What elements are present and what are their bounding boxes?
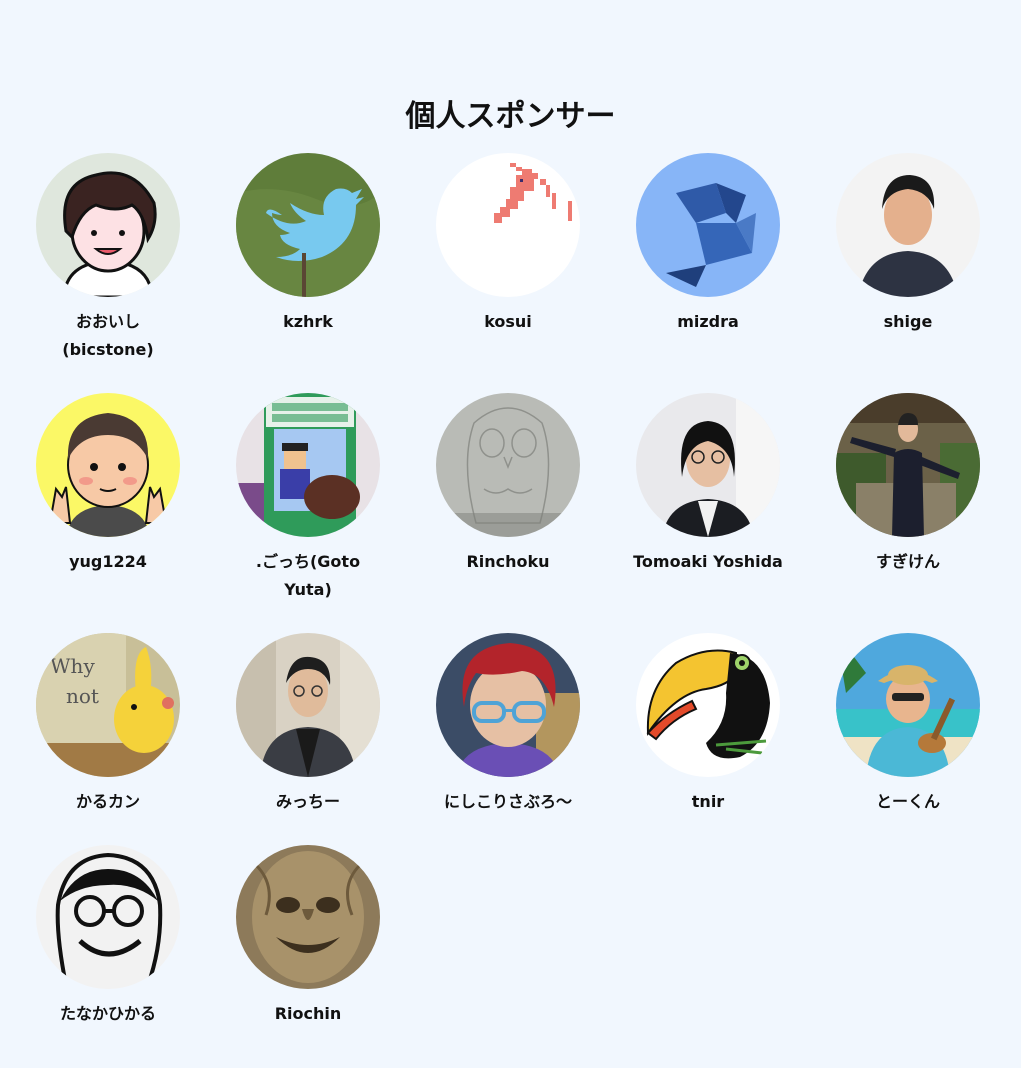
3d-avatar-icon[interactable] — [436, 633, 580, 777]
sponsor-name[interactable]: Tomoaki Yoshida — [633, 548, 783, 576]
sponsor-grid: おおいし (bicstone) kzhrk kosui mizdra shige… — [8, 153, 1008, 1045]
sponsor-name[interactable]: Rinchoku — [433, 548, 583, 576]
sponsor-card[interactable]: にしこりさぶろ〜 — [408, 633, 608, 845]
photo-portrait-icon[interactable] — [636, 393, 780, 537]
sponsor-name[interactable]: mizdra — [633, 308, 783, 336]
sponsor-name[interactable]: おおいし (bicstone) — [33, 308, 183, 364]
sponsor-card[interactable]: みっちー — [208, 633, 408, 845]
sponsor-card[interactable]: Tomoaki Yoshida — [608, 393, 808, 633]
sketch-face-icon[interactable] — [36, 845, 180, 989]
sponsor-name[interactable]: とーくん — [833, 788, 983, 816]
sponsor-card[interactable]: .ごっち(Goto Yuta) — [208, 393, 408, 633]
photo-portrait-icon[interactable] — [236, 633, 380, 777]
sponsor-name[interactable]: Riochin — [233, 1000, 383, 1028]
sponsor-name[interactable]: tnir — [633, 788, 783, 816]
svg-text:Why: Why — [50, 654, 95, 678]
owl-sketch-icon[interactable] — [436, 393, 580, 537]
sponsor-card[interactable]: とーくん — [808, 633, 1008, 845]
sponsor-name[interactable]: kzhrk — [233, 308, 383, 336]
sponsor-name[interactable]: kosui — [433, 308, 583, 336]
sponsor-name[interactable]: たなかひかる — [33, 1000, 183, 1028]
twitter-bird-icon[interactable] — [236, 153, 380, 297]
geometric-bird-icon[interactable] — [636, 153, 780, 297]
sponsor-card[interactable]: Riochin — [208, 845, 408, 1045]
sponsor-name[interactable]: yug1224 — [33, 548, 183, 576]
toucan-icon[interactable] — [636, 633, 780, 777]
sponsor-card[interactable]: kzhrk — [208, 153, 408, 393]
photo-garden-portrait-icon[interactable] — [836, 393, 980, 537]
thick-mints-icon[interactable] — [236, 393, 380, 537]
yellow-plush-icon[interactable]: Why not — [36, 633, 180, 777]
sponsor-card[interactable]: たなかひかる — [8, 845, 208, 1045]
beach-ukulele-icon[interactable] — [836, 633, 980, 777]
section-title: 個人スポンサー — [405, 98, 616, 134]
sponsor-name[interactable]: にしこりさぶろ〜 — [433, 788, 583, 816]
tree-face-icon[interactable] — [236, 845, 380, 989]
sponsor-name[interactable]: .ごっち(Goto Yuta) — [233, 548, 383, 604]
cartoon-peace-sign-icon[interactable] — [36, 393, 180, 537]
sponsor-card[interactable]: mizdra — [608, 153, 808, 393]
sponsor-card[interactable]: shige — [808, 153, 1008, 393]
sponsor-card[interactable]: Rinchoku — [408, 393, 608, 633]
sponsor-card[interactable]: tnir — [608, 633, 808, 845]
sponsor-name[interactable]: shige — [833, 308, 983, 336]
pixel-shrimp-icon[interactable] — [436, 153, 580, 297]
sponsor-name[interactable]: すぎけん — [833, 548, 983, 576]
sponsor-card[interactable]: kosui — [408, 153, 608, 393]
cartoon-portrait-icon[interactable] — [36, 153, 180, 297]
photo-portrait-icon[interactable] — [836, 153, 980, 297]
sponsor-card[interactable]: すぎけん — [808, 393, 1008, 633]
sponsor-card[interactable]: Why not かるカン — [8, 633, 208, 845]
sponsor-name[interactable]: かるカン — [33, 788, 183, 816]
sponsor-card[interactable]: おおいし (bicstone) — [8, 153, 208, 393]
sponsor-card[interactable]: yug1224 — [8, 393, 208, 633]
sponsor-name[interactable]: みっちー — [233, 788, 383, 816]
svg-text:not: not — [66, 684, 99, 708]
